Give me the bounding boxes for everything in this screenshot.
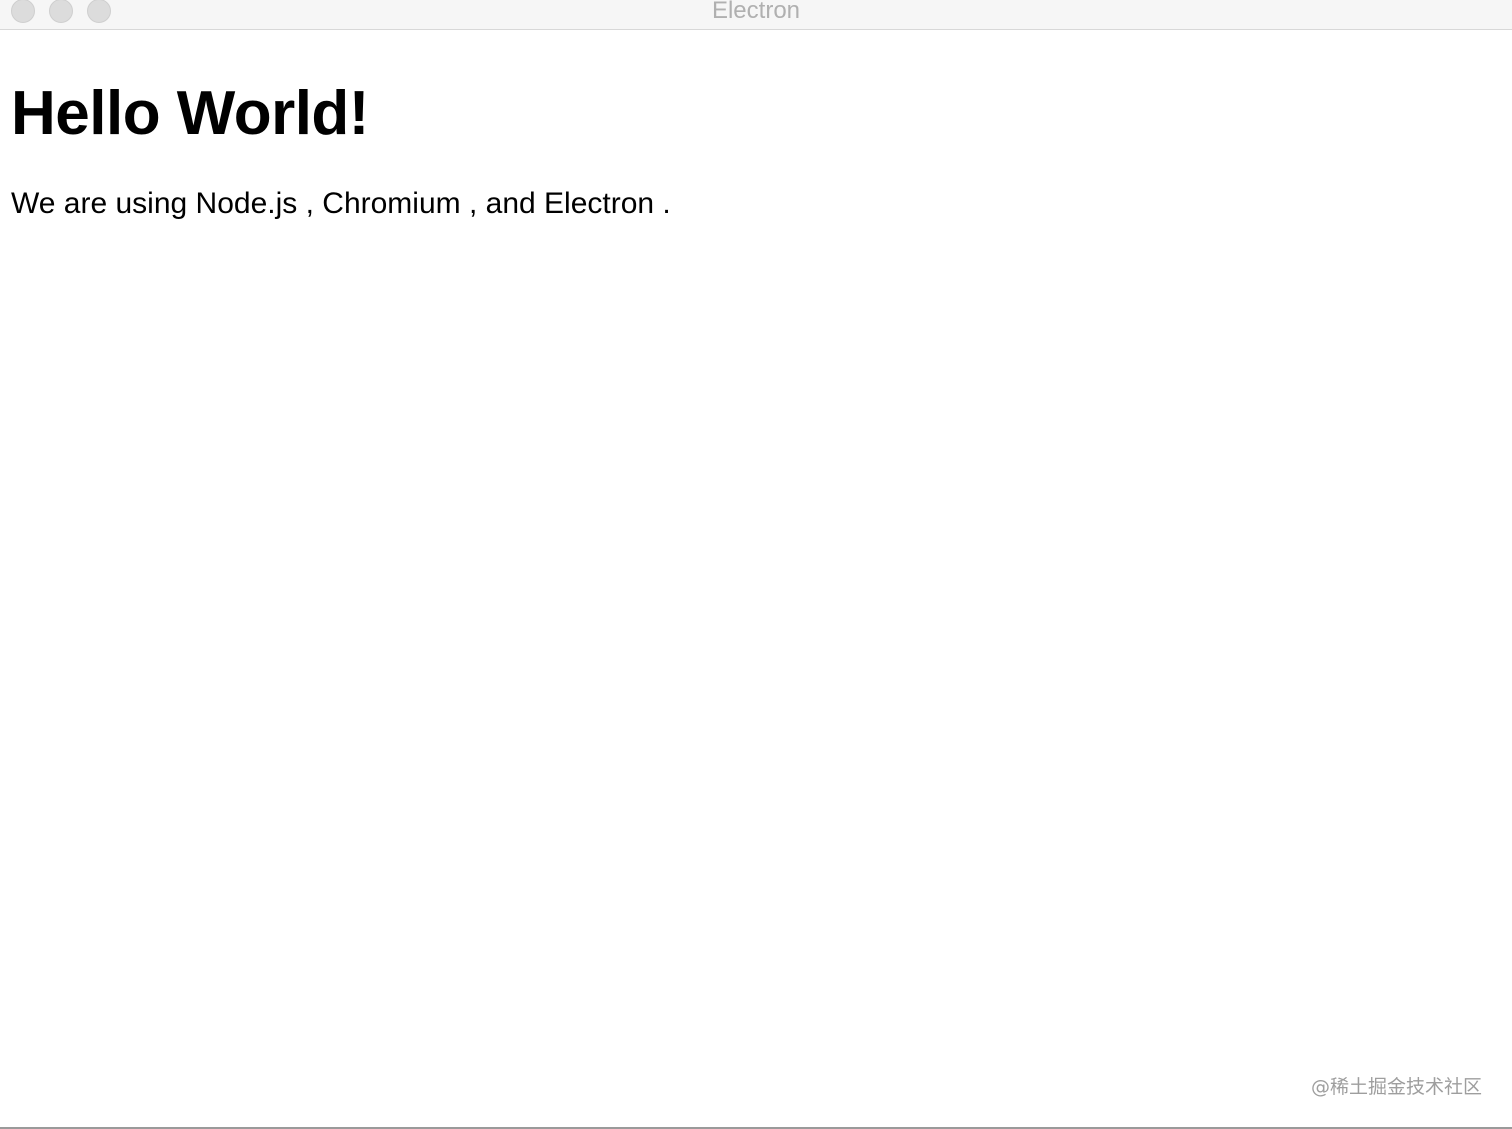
window-title: Electron — [711, 0, 801, 24]
page-heading: Hello World! — [11, 79, 369, 148]
app-window: Electron Hello World! We are using Node.… — [0, 0, 1512, 1129]
paragraph-separator-2: , and Electron — [468, 187, 663, 220]
paragraph-separator-1: , Chromium — [305, 187, 469, 220]
watermark: @稀土掘金技术社区 — [1310, 1076, 1482, 1098]
page-content: Hello World! We are using Node.js , Chro… — [11, 78, 671, 224]
paragraph-suffix: . — [662, 187, 671, 220]
paragraph-prefix: We are using Node.js — [11, 187, 306, 220]
intro-paragraph: We are using Node.js , Chromium , and El… — [11, 184, 671, 224]
title-bar[interactable]: Electron — [0, 0, 1512, 30]
